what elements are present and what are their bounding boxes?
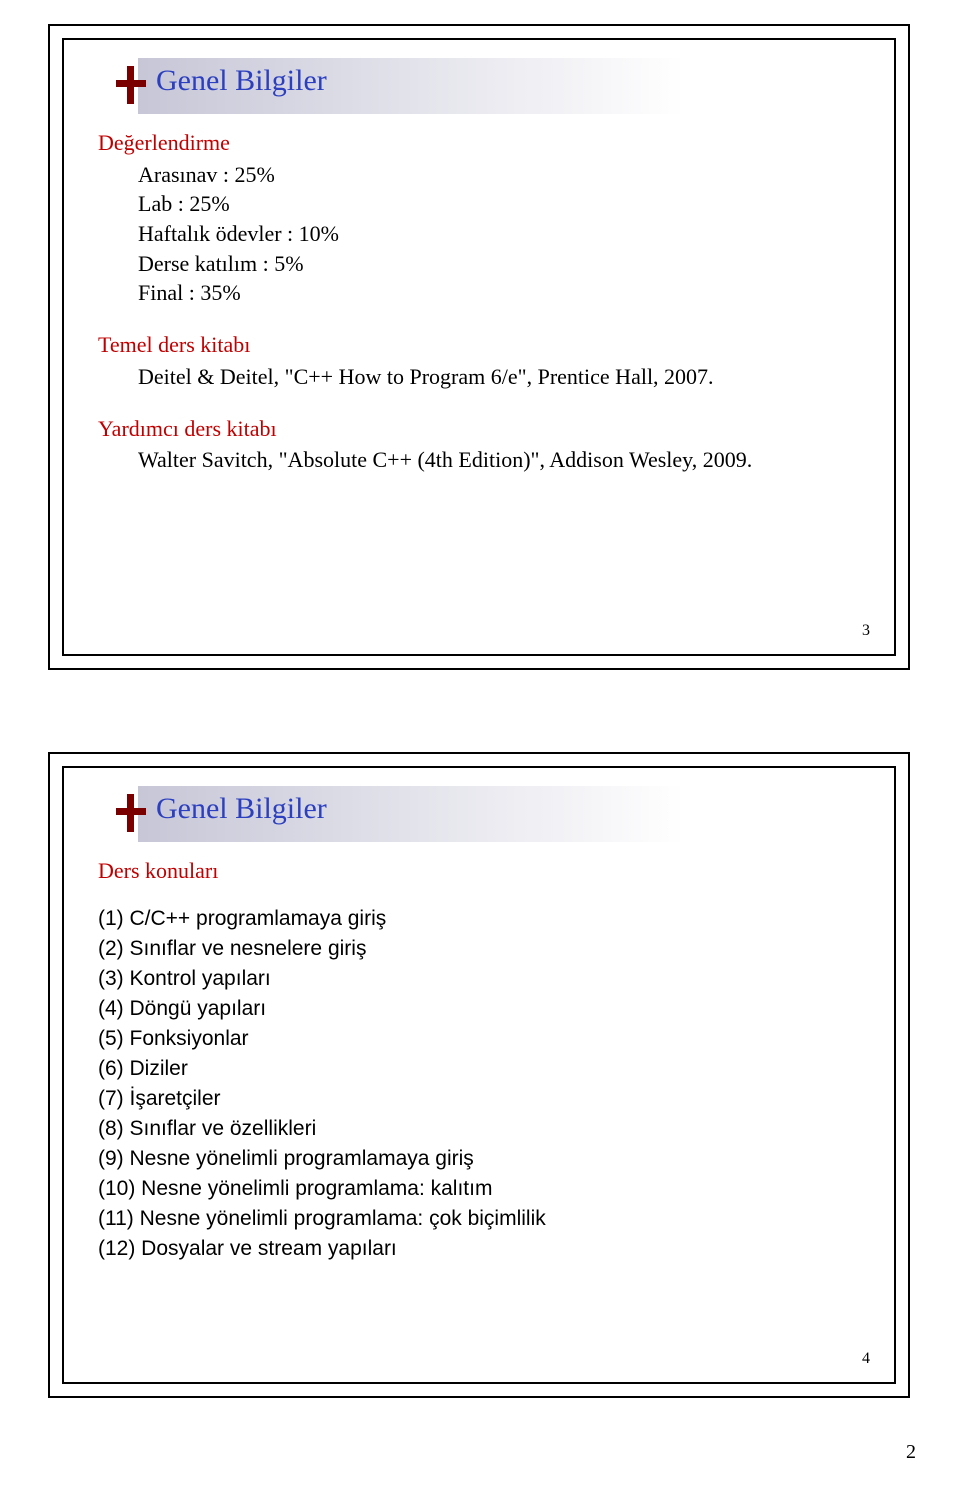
title-bullet-icon — [122, 796, 140, 826]
list-item: (7) İşaretçiler — [98, 1084, 860, 1114]
main-book: Deitel & Deitel, "C++ How to Program 6/e… — [138, 362, 860, 392]
eval-final: Final : 35% — [138, 278, 860, 308]
slide-1: Genel Bilgiler Değerlendirme Arasınav : … — [48, 24, 910, 670]
slide-2-content: Ders konuları (1) C/C++ programlamaya gi… — [98, 858, 860, 1264]
slide-2: Genel Bilgiler Ders konuları (1) C/C++ p… — [48, 752, 910, 1398]
list-item: (3) Kontrol yapıları — [98, 964, 860, 994]
slide-2-title: Genel Bilgiler — [98, 786, 838, 842]
eval-lab: Lab : 25% — [138, 189, 860, 219]
title-bullet-icon — [122, 68, 140, 98]
slide-1-title: Genel Bilgiler — [98, 58, 838, 114]
main-book-heading: Temel ders kitabı — [98, 330, 860, 360]
slide-1-page-number: 3 — [862, 622, 870, 640]
list-item: (9) Nesne yönelimli programlamaya giriş — [98, 1144, 860, 1174]
list-item: (12) Dosyalar ve stream yapıları — [98, 1234, 860, 1264]
page: Genel Bilgiler Değerlendirme Arasınav : … — [0, 0, 960, 1490]
document-page-number: 2 — [906, 1441, 916, 1464]
slide-2-title-text: Genel Bilgiler — [156, 792, 327, 826]
list-item: (11) Nesne yönelimli programlama: çok bi… — [98, 1204, 860, 1234]
slide-1-title-text: Genel Bilgiler — [156, 64, 327, 98]
aux-book-heading: Yardımcı ders kitabı — [98, 414, 860, 444]
eval-heading: Değerlendirme — [98, 128, 860, 158]
list-item: (2) Sınıflar ve nesnelere giriş — [98, 934, 860, 964]
list-item: (10) Nesne yönelimli programlama: kalıtı… — [98, 1174, 860, 1204]
eval-katilim: Derse katılım : 5% — [138, 249, 860, 279]
aux-book: Walter Savitch, "Absolute C++ (4th Editi… — [138, 445, 860, 475]
slide-2-inner: Genel Bilgiler Ders konuları (1) C/C++ p… — [62, 766, 896, 1384]
list-item: (5) Fonksiyonlar — [98, 1024, 860, 1054]
list-item: (1) C/C++ programlamaya giriş — [98, 904, 860, 934]
topics-list: (1) C/C++ programlamaya giriş (2) Sınıfl… — [98, 904, 860, 1264]
eval-arasinav: Arasınav : 25% — [138, 160, 860, 190]
list-item: (6) Diziler — [98, 1054, 860, 1084]
slide-2-page-number: 4 — [862, 1350, 870, 1368]
topics-heading: Ders konuları — [98, 858, 860, 884]
eval-haftalik: Haftalık ödevler : 10% — [138, 219, 860, 249]
list-item: (4) Döngü yapıları — [98, 994, 860, 1024]
slide-1-content: Değerlendirme Arasınav : 25% Lab : 25% H… — [98, 128, 860, 475]
list-item: (8) Sınıflar ve özellikleri — [98, 1114, 860, 1144]
slide-1-inner: Genel Bilgiler Değerlendirme Arasınav : … — [62, 38, 896, 656]
